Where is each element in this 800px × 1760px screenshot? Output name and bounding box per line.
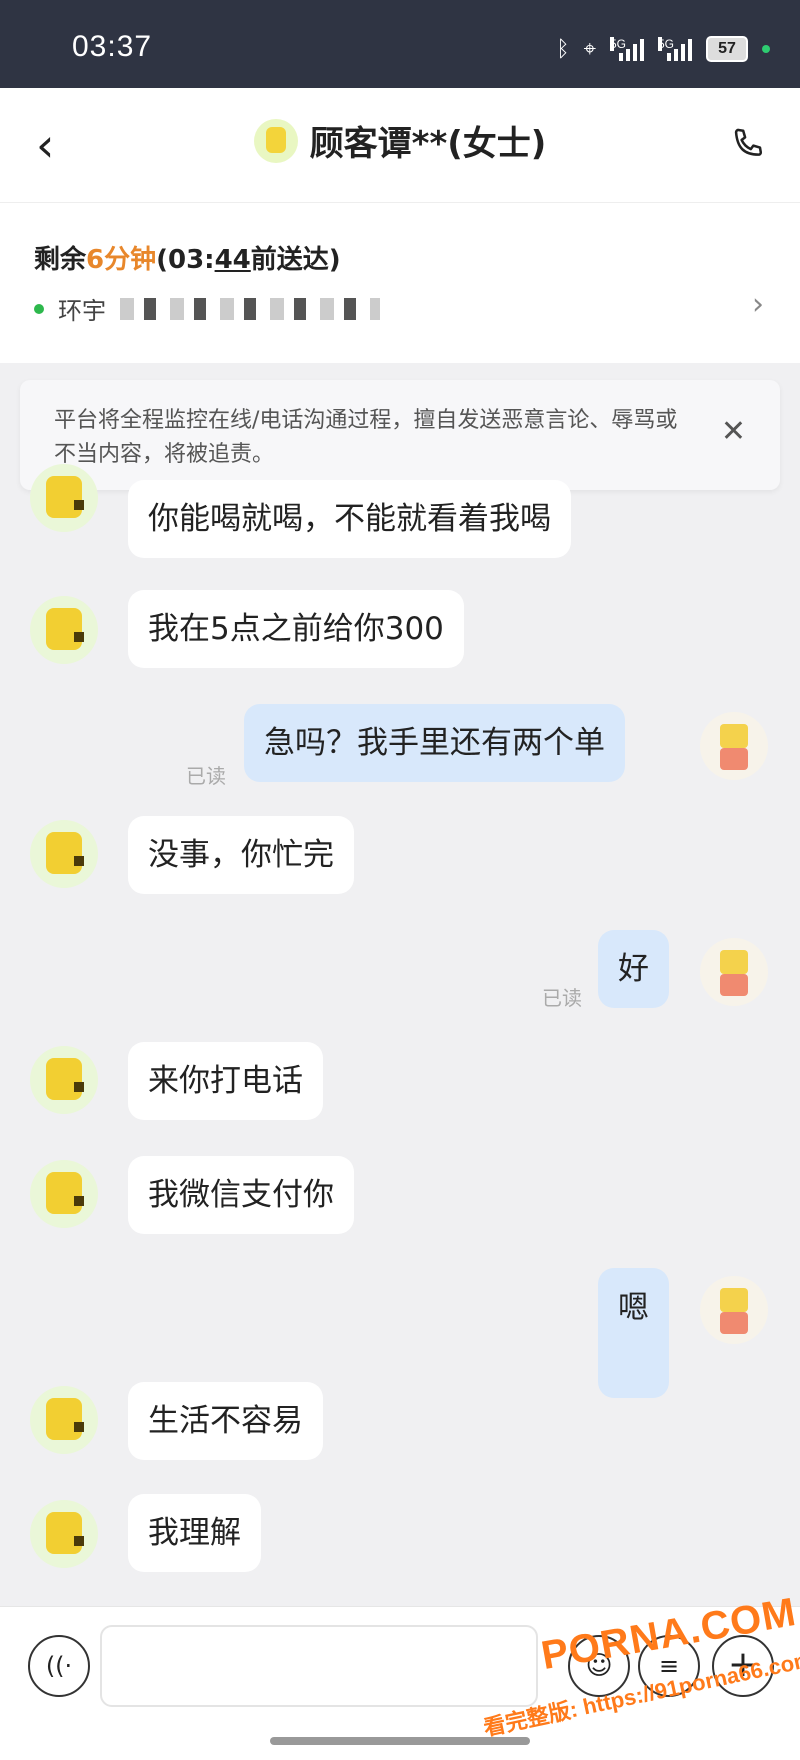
message-bubble-right[interactable]: 嗯 xyxy=(598,1268,669,1398)
deadline-open: (0 xyxy=(156,245,187,275)
avatar[interactable] xyxy=(30,820,98,888)
read-status: 已读 xyxy=(542,986,582,1010)
message-bubble-left[interactable]: 你能喝就喝，不能就看着我喝 xyxy=(128,480,571,558)
voice-icon[interactable]: ((· xyxy=(28,1635,90,1697)
deadline-suffix: 前送达) xyxy=(250,245,341,275)
avatar[interactable] xyxy=(30,1386,98,1454)
avatar[interactable] xyxy=(700,712,768,780)
message-input[interactable] xyxy=(100,1625,538,1707)
notice-text: 平台将全程监控在线/电话沟通过程，擅自发送恶意言论、辱骂或不当内容，将被追责。 xyxy=(54,408,678,467)
avatar[interactable] xyxy=(30,1160,98,1228)
signal-icon: 5G xyxy=(658,37,692,61)
delivery-deadline: 剩余6分钟(03:44前送达) xyxy=(34,239,341,276)
order-info[interactable]: 剩余6分钟(03:44前送达) 环宇 › xyxy=(0,202,800,363)
deadline-minute: 44 xyxy=(214,245,251,275)
status-bar: 03:37 ᛒ ⌖ 5G 5G 57 xyxy=(0,0,800,88)
deadline-hour: 3: xyxy=(186,245,215,275)
avatar[interactable] xyxy=(700,1276,768,1344)
status-icons: ᛒ ⌖ 5G 5G 57 xyxy=(556,36,770,62)
avatar[interactable] xyxy=(30,464,98,532)
signal-icon: 5G xyxy=(610,37,644,61)
avatar[interactable] xyxy=(30,596,98,664)
avatar[interactable] xyxy=(700,938,768,1006)
message-bubble-left[interactable]: 来你打电话 xyxy=(128,1042,323,1120)
chevron-right-icon[interactable]: › xyxy=(752,287,764,322)
bluetooth-icon: ᛒ xyxy=(556,36,570,61)
status-time: 03:37 xyxy=(72,30,153,63)
status-dot xyxy=(762,45,770,53)
redacted-address xyxy=(120,297,380,320)
location-dot xyxy=(34,303,44,314)
delivery-address: 环宇 xyxy=(34,291,380,326)
chat-header: ‹ 顾客谭**(女士) xyxy=(0,88,800,202)
message-bubble-right[interactable]: 急吗？我手里还有两个单 xyxy=(244,704,625,782)
network-label: 5G xyxy=(658,37,675,51)
message-bubble-right[interactable]: 好 xyxy=(598,930,669,1008)
location-icon: ⌖ xyxy=(583,36,596,61)
remaining-label: 剩余 xyxy=(34,245,87,275)
close-icon[interactable]: ✕ xyxy=(721,414,746,449)
avatar[interactable] xyxy=(30,1046,98,1114)
avatar[interactable] xyxy=(30,1500,98,1568)
remaining-time: 6分钟 xyxy=(86,245,157,275)
network-label: 5G xyxy=(610,37,627,51)
chat-title-group: 顾客谭**(女士) xyxy=(0,116,800,165)
message-bubble-left[interactable]: 生活不容易 xyxy=(128,1382,323,1460)
phone-icon[interactable] xyxy=(728,126,766,164)
message-bubble-left[interactable]: 我理解 xyxy=(128,1494,261,1572)
read-status: 已读 xyxy=(186,764,226,788)
avatar xyxy=(253,118,298,163)
battery-icon: 57 xyxy=(706,36,748,62)
address-text: 环宇 xyxy=(58,297,106,325)
page-title: 顾客谭**(女士) xyxy=(309,124,547,164)
platform-notice: 平台将全程监控在线/电话沟通过程，擅自发送恶意言论、辱骂或不当内容，将被追责。 … xyxy=(20,380,780,490)
message-bubble-left[interactable]: 没事，你忙完 xyxy=(128,816,354,894)
message-bubble-left[interactable]: 我微信支付你 xyxy=(128,1156,354,1234)
message-bubble-left[interactable]: 我在5点之前给你300 xyxy=(128,590,464,668)
